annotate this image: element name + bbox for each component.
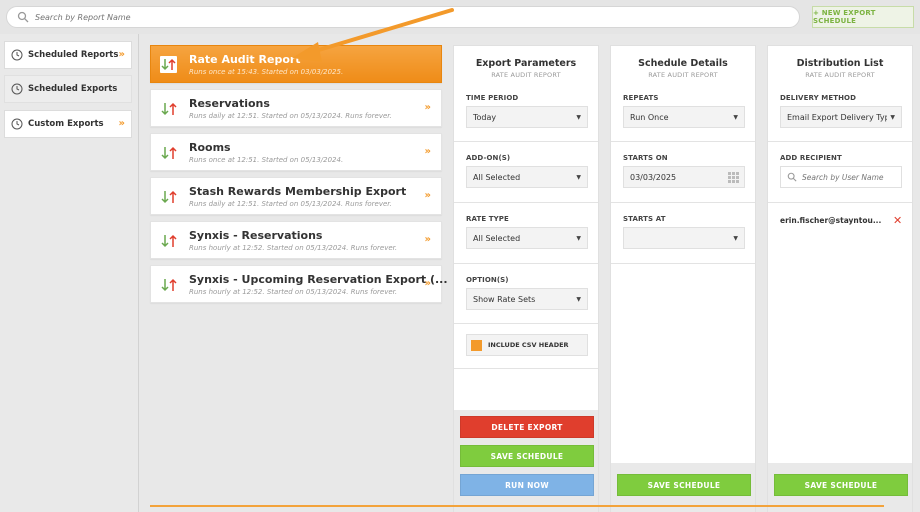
- annotation-arrow: [292, 8, 454, 62]
